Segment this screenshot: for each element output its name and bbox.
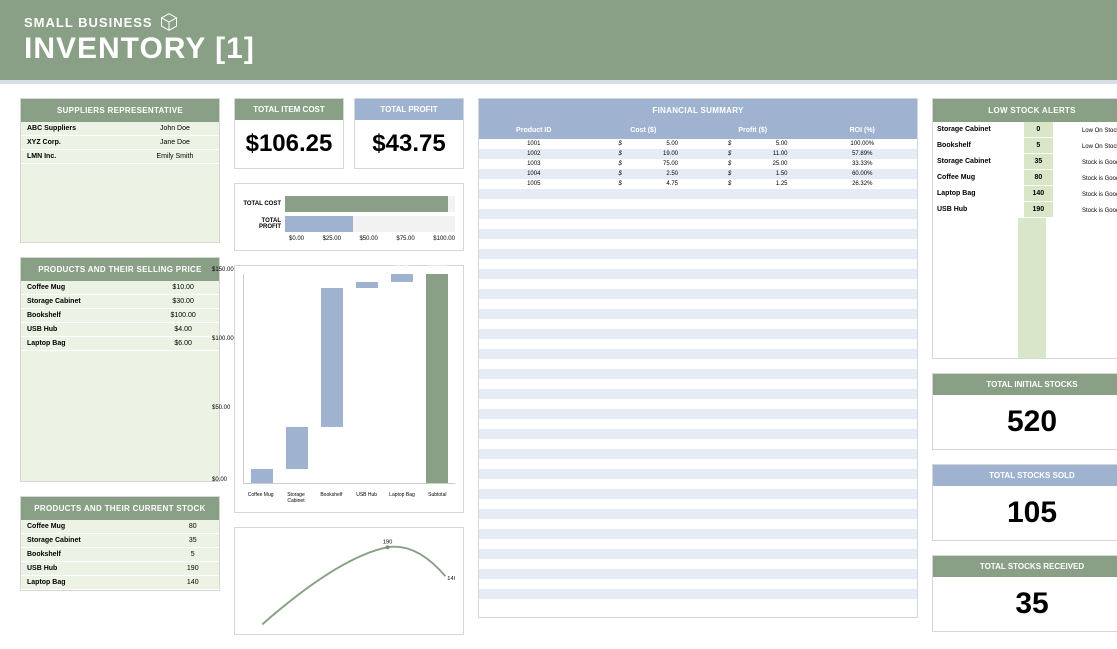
suppliers-panel: SUPPLIERS REPRESENTATIVE ABC SuppliersJo…	[20, 98, 220, 243]
table-row: USB Hub$4.00	[21, 323, 219, 337]
kpi-value: $106.25	[235, 120, 343, 168]
kpi-label: TOTAL PROFIT	[355, 99, 463, 120]
cube-icon	[159, 12, 179, 32]
financial-summary-panel: FINANCIAL SUMMARY Product ID Cost ($) Pr…	[478, 98, 918, 618]
vbar: $4.00	[356, 282, 378, 483]
alert-row: Laptop Bag140Stock is Good ⓘ	[933, 186, 1117, 202]
hbar-profit-bar	[285, 216, 353, 232]
table-row: Bookshelf5	[21, 548, 219, 562]
products-stock-panel: PRODUCTS AND THEIR CURRENT STOCK Coffee …	[20, 496, 220, 591]
kpi-value: 35	[933, 577, 1117, 631]
alert-row: Storage Cabinet0Low On Stock ⓘ	[933, 122, 1117, 138]
financial-row: 1003$75.00$25.0033.33%	[479, 159, 917, 169]
financial-row: 1001$5.00$5.00100.00%	[479, 139, 917, 149]
alerts-table: Storage Cabinet0Low On Stock ⓘBookshelf5…	[933, 122, 1117, 218]
line-chart-svg: 190 140	[243, 536, 455, 626]
vbar: $6.00	[391, 274, 413, 483]
financial-row: 1002$19.00$11.0057.89%	[479, 149, 917, 159]
hbar-label-cost: TOTAL COST	[243, 201, 285, 207]
vbar: $30.00	[286, 427, 308, 483]
table-row: ABC SuppliersJohn Doe	[21, 122, 219, 136]
hbar-label-profit: TOTAL PROFIT	[243, 218, 285, 230]
kpi-value: $43.75	[355, 120, 463, 168]
svg-text:190: 190	[383, 539, 393, 545]
products-price-panel: PRODUCTS AND THEIR SELLING PRICE Coffee …	[20, 257, 220, 482]
alert-row: Bookshelf5Low On Stock ⓘ	[933, 138, 1117, 154]
kpi-initial-stocks: TOTAL INITIAL STOCKS 520	[932, 373, 1117, 450]
financial-row: 1005$4.75$1.2526.32%	[479, 179, 917, 189]
table-row: Coffee Mug80	[21, 520, 219, 534]
table-row: Bookshelf$100.00	[21, 309, 219, 323]
kpi-value: 105	[933, 486, 1117, 540]
kpi-label: TOTAL INITIAL STOCKS	[933, 374, 1117, 395]
vbar-chart: $0.00 $50.00 $100.00 $150.00 $10.00$30.0…	[234, 265, 464, 513]
kpi-label: TOTAL STOCKS RECEIVED	[933, 556, 1117, 577]
low-stock-alerts-panel: LOW STOCK ALERTS Storage Cabinet0Low On …	[932, 98, 1117, 359]
vbar: $10.00	[251, 469, 273, 483]
table-row: Laptop Bag140	[21, 576, 219, 590]
financial-row: 1004$2.50$1.5060.00%	[479, 169, 917, 179]
kpi-total-profit: TOTAL PROFIT $43.75	[354, 98, 464, 169]
table-row: LMN Inc.Emily Smith	[21, 150, 219, 164]
table-row: Storage Cabinet$30.00	[21, 295, 219, 309]
products-stock-title: PRODUCTS AND THEIR CURRENT STOCK	[21, 497, 219, 520]
kpi-total-item-cost: TOTAL ITEM COST $106.25	[234, 98, 344, 169]
header-title: INVENTORY [1]	[24, 32, 1093, 66]
hbar-chart: TOTAL COST TOTAL PROFIT $0.00 $25.00 $50…	[234, 183, 464, 251]
kpi-value: 520	[933, 395, 1117, 449]
table-row: XYZ Corp.Jane Doe	[21, 136, 219, 150]
table-row: Storage Cabinet35	[21, 534, 219, 548]
kpi-label: TOTAL STOCKS SOLD	[933, 465, 1117, 486]
kpi-label: TOTAL ITEM COST	[235, 99, 343, 120]
kpi-stocks-received: TOTAL STOCKS RECEIVED 35	[932, 555, 1117, 632]
alert-row: Storage Cabinet35Stock is Good ⓘ	[933, 154, 1117, 170]
products-price-table: Coffee Mug$10.00 Storage Cabinet$30.00 B…	[21, 281, 219, 351]
header-subtitle: SMALL BUSINESS	[24, 15, 153, 30]
products-stock-table: Coffee Mug80 Storage Cabinet35 Bookshelf…	[21, 520, 219, 590]
suppliers-table: ABC SuppliersJohn Doe XYZ Corp.Jane Doe …	[21, 122, 219, 164]
products-price-title: PRODUCTS AND THEIR SELLING PRICE	[21, 258, 219, 281]
vbar: $150.00	[426, 274, 448, 483]
financial-title: FINANCIAL SUMMARY	[479, 99, 917, 122]
suppliers-title: SUPPLIERS REPRESENTATIVE	[21, 99, 219, 122]
table-row: USB Hub190	[21, 562, 219, 576]
svg-text:140: 140	[447, 576, 455, 582]
table-row: Laptop Bag$6.00	[21, 337, 219, 351]
kpi-stocks-sold: TOTAL STOCKS SOLD 105	[932, 464, 1117, 541]
hbar-cost-bar	[285, 196, 448, 212]
table-row: Coffee Mug$10.00	[21, 281, 219, 295]
vbar: $100.00	[321, 288, 343, 483]
line-chart: 190 140	[234, 527, 464, 635]
alert-row: USB Hub190Stock is Good ⓘ	[933, 202, 1117, 218]
dashboard-header: SMALL BUSINESS INVENTORY [1]	[0, 0, 1117, 80]
alerts-title: LOW STOCK ALERTS	[933, 99, 1117, 122]
alert-row: Coffee Mug80Stock is Good ⓘ	[933, 170, 1117, 186]
